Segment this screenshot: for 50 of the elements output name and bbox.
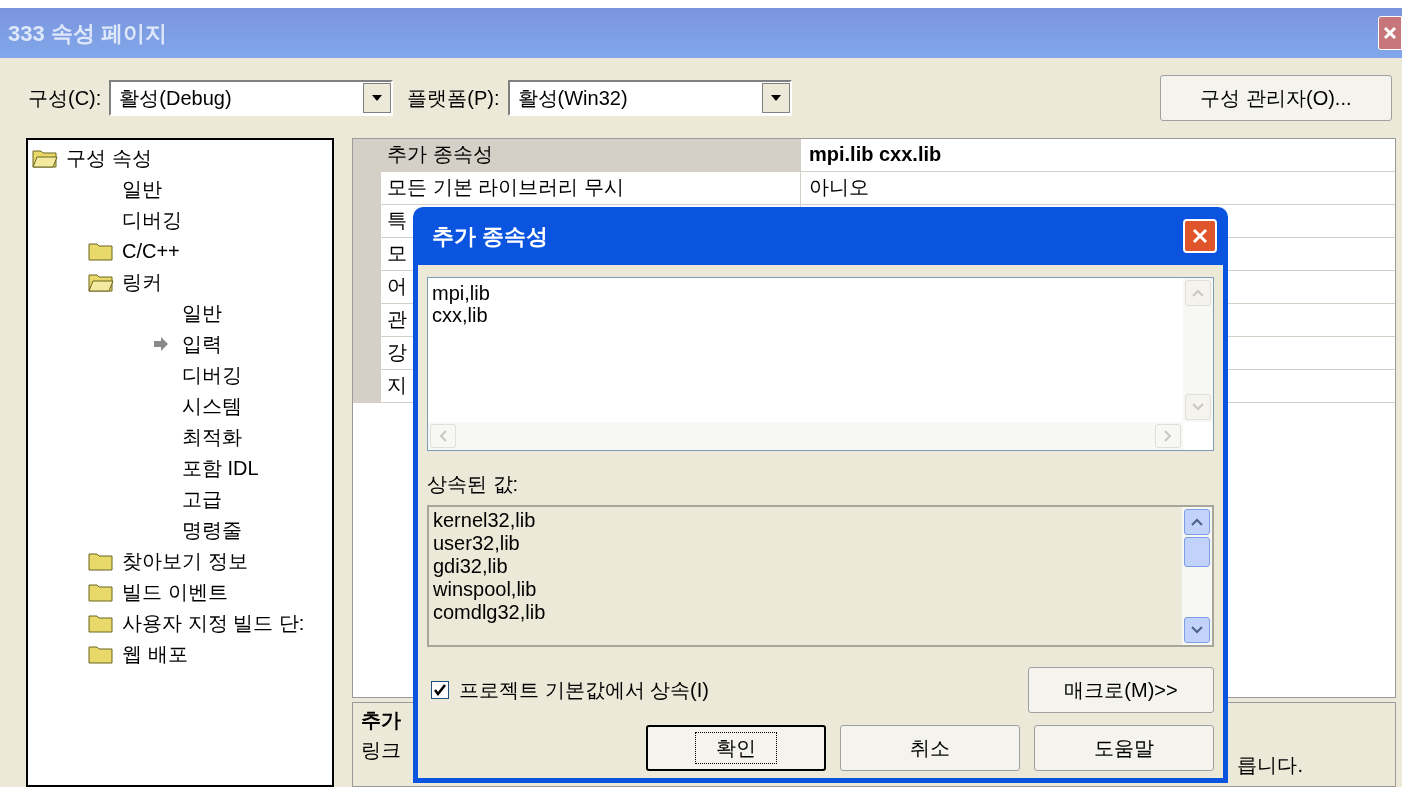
tree-item[interactable]: 사용자 지정 빌드 단: (122, 607, 305, 638)
tree-item[interactable]: 빌드 이벤트 (122, 576, 228, 607)
tree-item[interactable]: 일반 (182, 297, 222, 328)
tree-item[interactable]: 최적화 (182, 421, 242, 452)
dialog-button[interactable]: 도움말 (1034, 725, 1214, 771)
scroll-up-icon[interactable] (1184, 509, 1210, 535)
tree-item[interactable]: 고급 (182, 483, 222, 514)
property-name[interactable]: 추가 종속성 (381, 139, 801, 171)
tree-item[interactable]: 링커 (122, 266, 162, 297)
checkbox-label[interactable]: 프로젝트 기본값에서 상속(I) (459, 675, 709, 705)
platform-label: 플랫폼(P): (407, 86, 500, 111)
configuration-label: 구성(C): (28, 86, 102, 111)
scroll-thumb[interactable] (1184, 537, 1210, 567)
tree-item[interactable]: 일반 (122, 173, 162, 204)
value-line: cxx,lib (432, 304, 489, 326)
tree-item[interactable]: 디버깅 (122, 204, 182, 235)
tree-item[interactable]: 입력 (182, 328, 222, 359)
tree-item[interactable]: 시스템 (182, 390, 242, 421)
inherited-value-line: comdlg32,lib (433, 601, 547, 624)
inherited-values-label: 상속된 값: (427, 472, 520, 497)
tree-item[interactable]: 디버깅 (182, 359, 242, 390)
value-line: mpi,lib (432, 282, 491, 304)
arrow-icon (153, 335, 169, 352)
dialog-button[interactable]: 취소 (840, 725, 1020, 771)
tree-item[interactable]: 웹 배포 (122, 638, 188, 669)
inherited-value-line: user32,lib (433, 532, 521, 555)
close-icon[interactable] (1183, 219, 1217, 253)
tree-item[interactable]: 찾아보기 정보 (122, 545, 248, 576)
macro-button[interactable]: 매크로(M)>> (1028, 667, 1214, 713)
close-icon[interactable] (1378, 16, 1402, 50)
description-text: 링크 (361, 738, 401, 763)
inherited-value-line: kernel32,lib (433, 509, 537, 532)
checkbox[interactable] (431, 681, 449, 699)
dialog-button[interactable]: 확인 (646, 725, 826, 771)
property-value[interactable]: 아니오 (801, 172, 1395, 204)
configuration-dropdown[interactable]: 활성(Debug) (109, 80, 394, 116)
inherited-value-line: winspool,lib (433, 578, 538, 601)
dialog-title: 추가 종속성 (432, 222, 550, 251)
tree-item[interactable]: 포함 IDL (182, 452, 259, 483)
description-text: 릅니다. (1237, 753, 1303, 778)
tree-item[interactable]: 명령줄 (182, 514, 242, 545)
inherited-value-line: gdi32,lib (433, 555, 509, 578)
scroll-down-icon[interactable] (1184, 617, 1210, 643)
platform-dropdown[interactable]: 활성(Win32) (507, 80, 792, 116)
property-value[interactable]: mpi.lib cxx.lib (801, 139, 1395, 171)
tree-item[interactable]: 구성 속성 (66, 142, 152, 173)
description-title: 추가 (361, 708, 401, 733)
window-title: 333 속성 페이지 (8, 19, 168, 48)
configuration-manager-button[interactable]: 구성 관리자(O)... (1160, 75, 1392, 121)
tree-item[interactable]: C/C++ (122, 235, 180, 266)
